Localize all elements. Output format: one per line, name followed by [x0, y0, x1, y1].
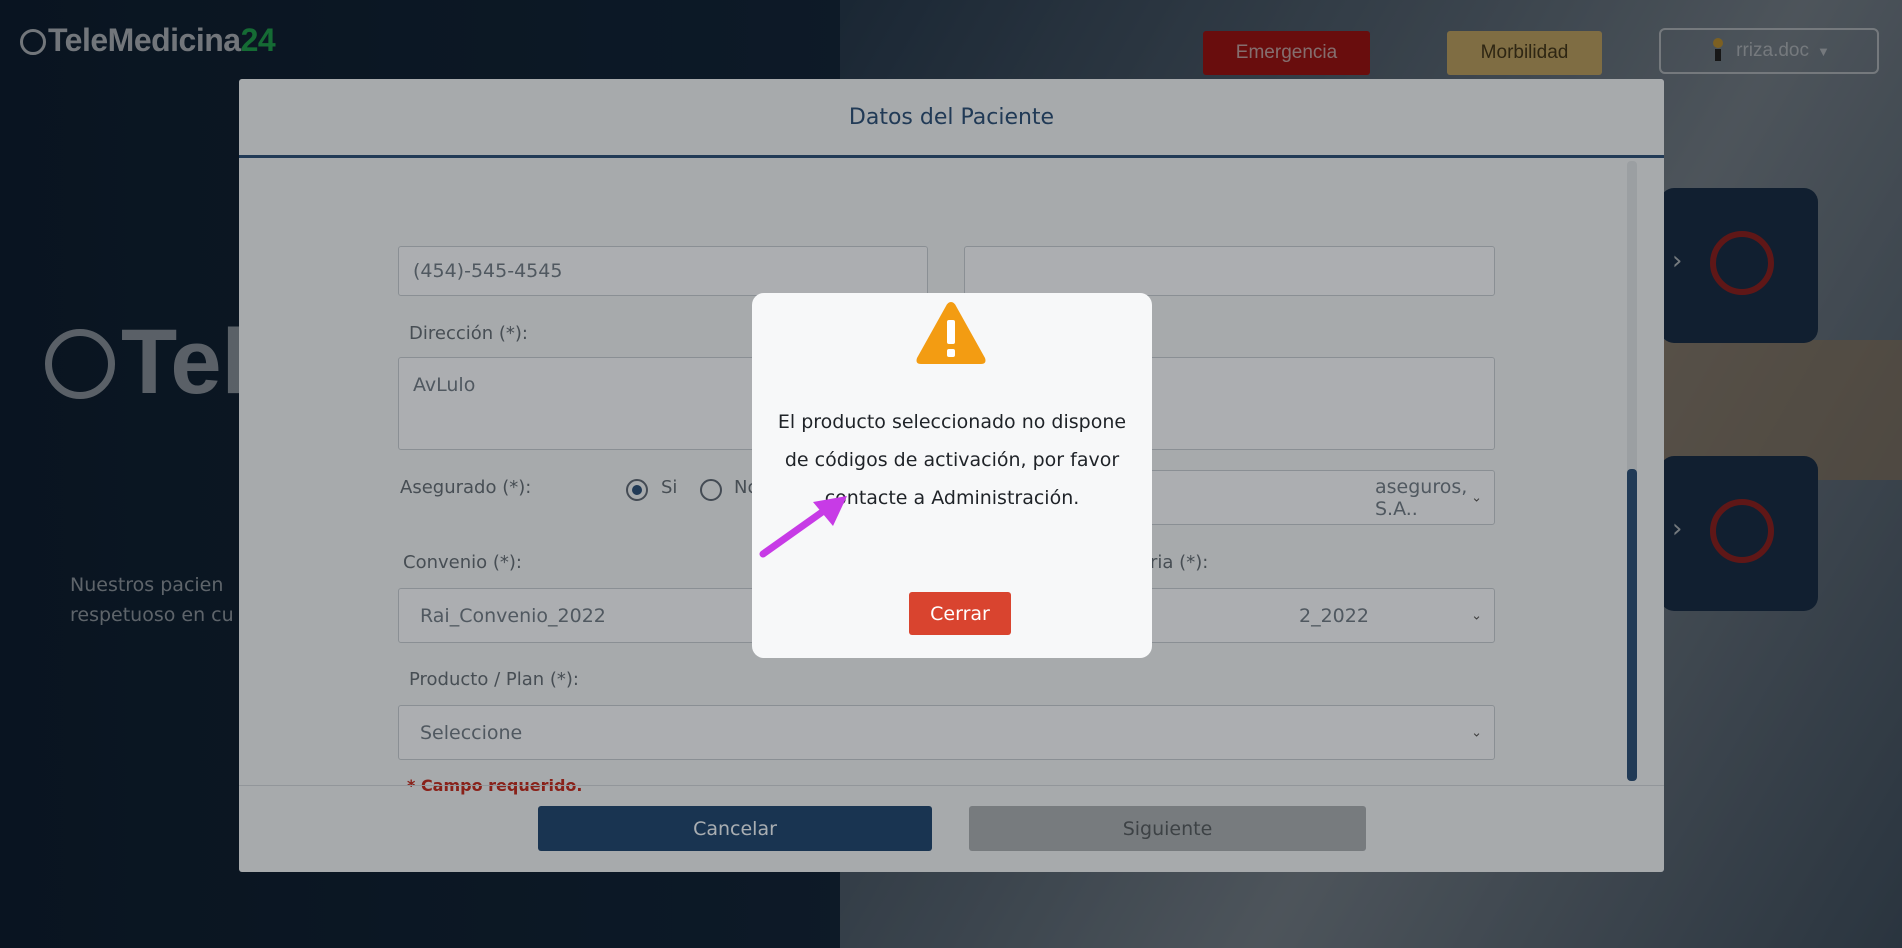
close-button[interactable]: Cerrar	[909, 592, 1011, 635]
warning-triangle-icon	[916, 302, 986, 364]
alert-dialog: El producto seleccionado no dispone de c…	[752, 293, 1152, 658]
annotation-arrow-icon	[759, 496, 847, 558]
